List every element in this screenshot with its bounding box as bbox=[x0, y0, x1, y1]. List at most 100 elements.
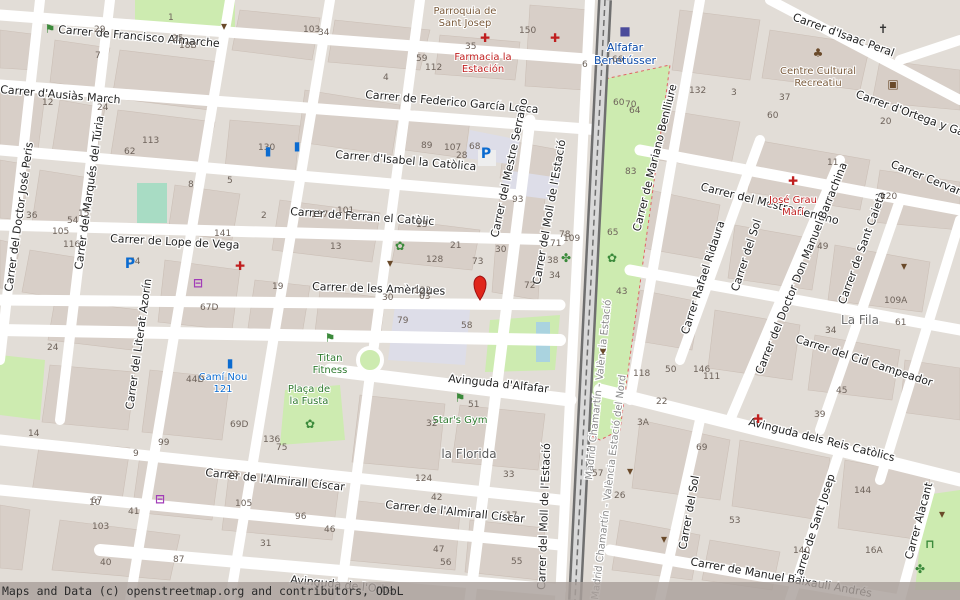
playground-icon[interactable]: ✿ bbox=[395, 239, 405, 253]
house-number: 83 bbox=[625, 167, 636, 177]
parking-icon[interactable]: P bbox=[481, 146, 491, 162]
house-number: 25 bbox=[172, 34, 183, 44]
place-label: Marí bbox=[782, 206, 805, 218]
pharmacy-icon[interactable]: ✚ bbox=[235, 259, 245, 273]
fitness-icon[interactable]: ⚑ bbox=[455, 391, 466, 405]
house-number: 36 bbox=[26, 211, 38, 221]
place-label: La Fila bbox=[841, 313, 879, 327]
place-label: Farmacia la bbox=[454, 52, 511, 63]
cafe-icon[interactable]: ▾ bbox=[600, 344, 606, 358]
place-label: 121 bbox=[213, 384, 232, 395]
map-canvas[interactable]: Carrer de Francisco AlmarcheCarrer d'Aus… bbox=[0, 0, 960, 600]
dog-park-icon[interactable]: ✤ bbox=[561, 251, 571, 265]
pharmacy-icon[interactable]: ✚ bbox=[753, 412, 763, 426]
house-number: 35 bbox=[465, 42, 476, 52]
house-number: 105 bbox=[235, 499, 252, 509]
picnic-icon[interactable]: ⊓ bbox=[925, 537, 935, 551]
house-number: 113 bbox=[142, 136, 159, 146]
house-number: 43 bbox=[616, 287, 627, 297]
playground-icon[interactable]: ✿ bbox=[607, 251, 617, 265]
bus-stop-icon[interactable]: ▮ bbox=[265, 144, 272, 158]
pharmacy-icon[interactable]: ✚ bbox=[550, 31, 560, 45]
theatre-icon[interactable]: ♣ bbox=[813, 46, 824, 60]
cafe-icon[interactable]: ▾ bbox=[387, 256, 393, 270]
house-number: 50 bbox=[665, 365, 677, 375]
house-number: 30 bbox=[495, 245, 507, 255]
train-station-icon[interactable]: ■ bbox=[619, 24, 630, 38]
house-number: 116 bbox=[63, 240, 80, 250]
cafe-icon[interactable]: ▾ bbox=[661, 532, 667, 546]
house-number: 69 bbox=[696, 443, 708, 453]
house-number: 26 bbox=[614, 491, 626, 501]
house-number: 47 bbox=[433, 545, 444, 555]
house-number: 51 bbox=[468, 400, 479, 410]
house-number: 34 bbox=[549, 271, 561, 281]
house-number: 40 bbox=[100, 558, 112, 568]
cafe-icon[interactable]: ▾ bbox=[221, 19, 227, 33]
map-view[interactable]: Carrer de Francisco Almarche Carrer d'Aus… bbox=[0, 0, 960, 600]
house-number: 64 bbox=[629, 106, 641, 116]
house-number: 146 bbox=[693, 365, 710, 375]
house-number: 67D bbox=[200, 303, 218, 313]
house-number: 87 bbox=[173, 555, 184, 565]
house-number: 11 bbox=[827, 158, 838, 168]
house-number: 39 bbox=[814, 410, 826, 420]
house-number: 41 bbox=[128, 507, 139, 517]
place-label: Sant Josep bbox=[439, 18, 492, 29]
house-number: 3A bbox=[637, 418, 650, 428]
cafe-icon[interactable]: ▾ bbox=[939, 507, 945, 521]
house-number: 20 bbox=[880, 117, 892, 127]
house-number: 32 bbox=[426, 419, 437, 429]
parking-icon[interactable]: P bbox=[125, 256, 135, 272]
house-number: 99 bbox=[158, 438, 170, 448]
house-number: 46 bbox=[324, 525, 336, 535]
house-number: 60 bbox=[767, 111, 779, 121]
fitness-icon[interactable]: ⚑ bbox=[325, 331, 336, 345]
place-label: Plaça de bbox=[288, 384, 330, 395]
house-number: 24 bbox=[47, 343, 59, 353]
house-number: 42 bbox=[431, 493, 442, 503]
house-number: 17 bbox=[506, 511, 517, 521]
house-number: 89 bbox=[421, 141, 433, 151]
library-icon[interactable]: ▣ bbox=[887, 77, 898, 91]
cafe-icon[interactable]: ▾ bbox=[627, 464, 633, 478]
house-number: 120 bbox=[880, 192, 897, 202]
house-number: 1 bbox=[168, 13, 174, 23]
house-number: 59 bbox=[416, 54, 428, 64]
house-number: 53 bbox=[729, 516, 740, 526]
place-label: Fitness bbox=[313, 365, 348, 376]
house-number: 34 bbox=[318, 28, 330, 38]
cross-icon[interactable]: ✝ bbox=[878, 22, 888, 36]
place-label: Star's Gym bbox=[432, 415, 487, 426]
house-number: 71 bbox=[550, 239, 561, 249]
house-number: 33 bbox=[503, 470, 514, 480]
pharmacy-icon[interactable]: ✚ bbox=[480, 31, 490, 45]
dog-park-icon[interactable]: ✤ bbox=[915, 562, 925, 576]
house-number: 19 bbox=[272, 282, 284, 292]
house-number: 38 bbox=[547, 256, 559, 266]
house-number: 37 bbox=[779, 93, 790, 103]
house-number: 128 bbox=[426, 255, 443, 265]
house-number: 5 bbox=[227, 176, 233, 186]
house-number: 78 bbox=[559, 230, 571, 240]
house-number: 57 bbox=[592, 469, 603, 479]
house-number: 30 bbox=[382, 293, 394, 303]
house-number: 122 bbox=[414, 286, 431, 296]
house-number: 103 bbox=[92, 522, 109, 532]
house-number: 101 bbox=[337, 206, 354, 216]
playground-icon[interactable]: ✿ bbox=[305, 417, 315, 431]
fitness-icon[interactable]: ⚑ bbox=[45, 22, 56, 36]
bus-stop-icon[interactable]: ▮ bbox=[227, 356, 234, 370]
house-number: 16A bbox=[865, 546, 883, 556]
place-label: Recreatiu bbox=[794, 78, 841, 89]
place-label: José Grau bbox=[768, 194, 817, 206]
shop-icon[interactable]: ⊟ bbox=[193, 276, 203, 290]
bus-stop-icon[interactable]: ▮ bbox=[294, 139, 301, 153]
house-number: 132 bbox=[689, 86, 706, 96]
pharmacy-icon[interactable]: ✚ bbox=[788, 174, 798, 188]
house-number: 68 bbox=[469, 142, 481, 152]
cafe-icon[interactable]: ▾ bbox=[901, 259, 907, 273]
house-number: 141 bbox=[214, 229, 231, 239]
shop-icon[interactable]: ⊟ bbox=[155, 492, 165, 506]
house-number: 14 bbox=[28, 429, 40, 439]
